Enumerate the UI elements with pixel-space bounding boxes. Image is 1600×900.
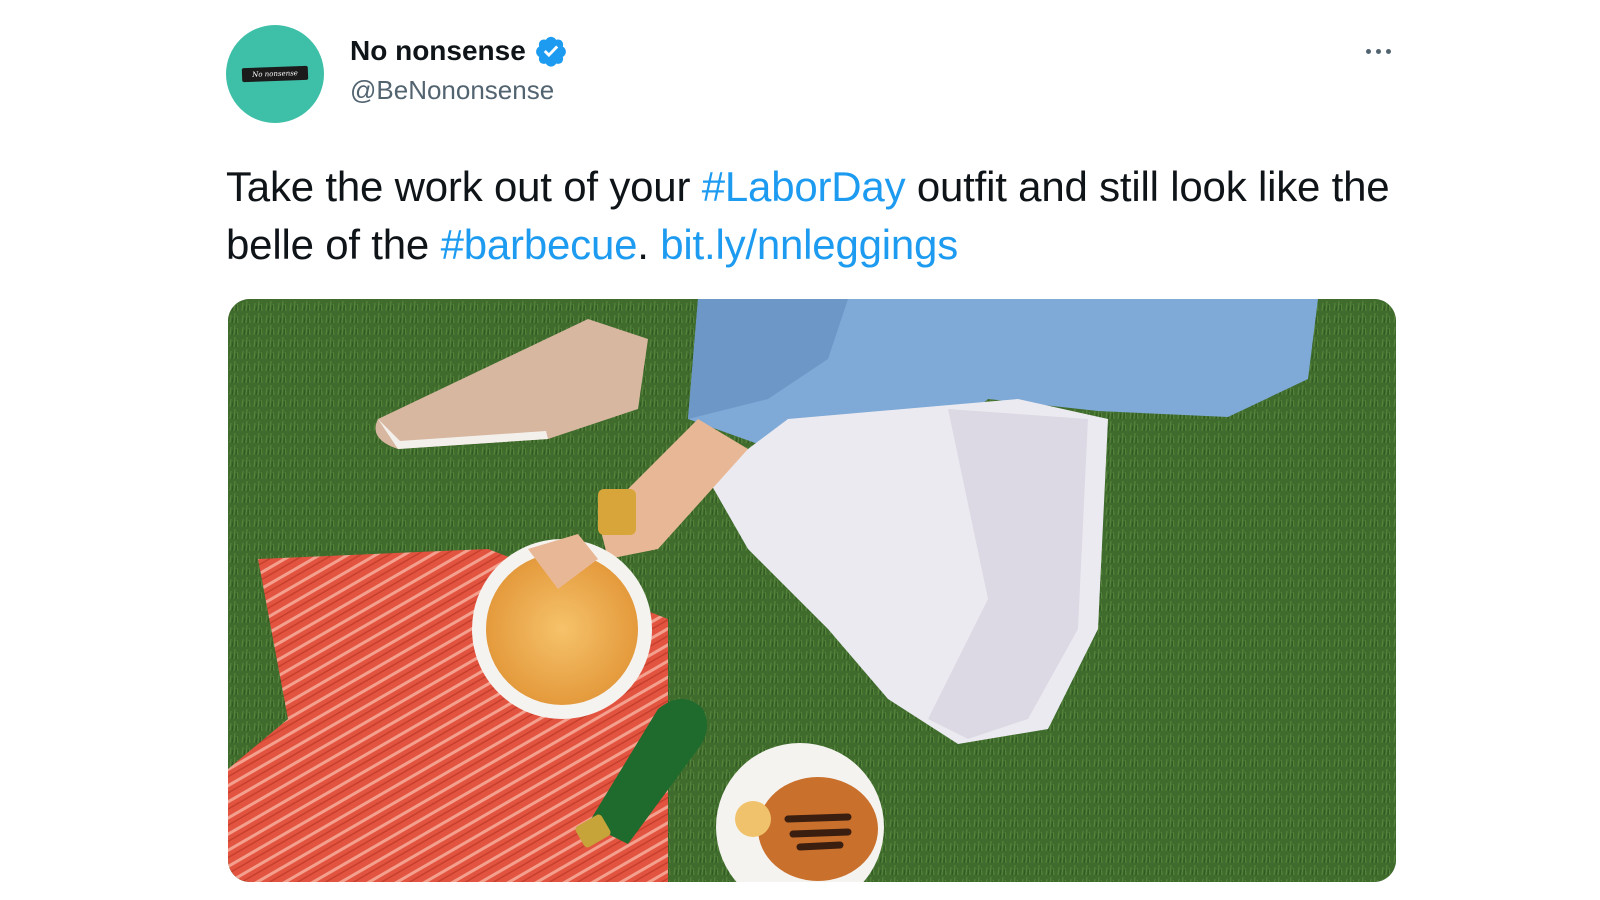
tweet-header: No nonsense @BeNononsense: [350, 33, 568, 106]
more-options-icon: [1365, 48, 1371, 54]
brand-logo: No nonsense: [241, 65, 309, 83]
display-name[interactable]: No nonsense: [350, 35, 526, 67]
verified-badge-icon: [534, 34, 568, 68]
more-options-button[interactable]: [1356, 38, 1400, 64]
more-dot: [1375, 48, 1381, 54]
photo-illustration: [228, 299, 1396, 882]
handle[interactable]: @BeNononsense: [350, 75, 568, 106]
tweet-card: No nonsense No nonsense @BeNononsense Ta…: [0, 0, 1600, 900]
tweet-text: Take the work out of your #LaborDay outf…: [226, 158, 1406, 274]
more-dot: [1385, 48, 1391, 54]
hashtag-labor-day[interactable]: #LaborDay: [702, 163, 906, 210]
tweet-photo[interactable]: [228, 299, 1396, 882]
tweet-text-segment: Take the work out of your: [226, 163, 702, 210]
hashtag-barbecue[interactable]: #barbecue: [441, 221, 638, 268]
burger: [758, 777, 878, 881]
avatar[interactable]: No nonsense: [226, 25, 324, 123]
display-name-row: No nonsense: [350, 33, 568, 69]
tweet-url-link[interactable]: bit.ly/nnleggings: [660, 221, 958, 268]
gold-watch: [598, 489, 636, 535]
tweet-text-segment: .: [637, 221, 661, 268]
